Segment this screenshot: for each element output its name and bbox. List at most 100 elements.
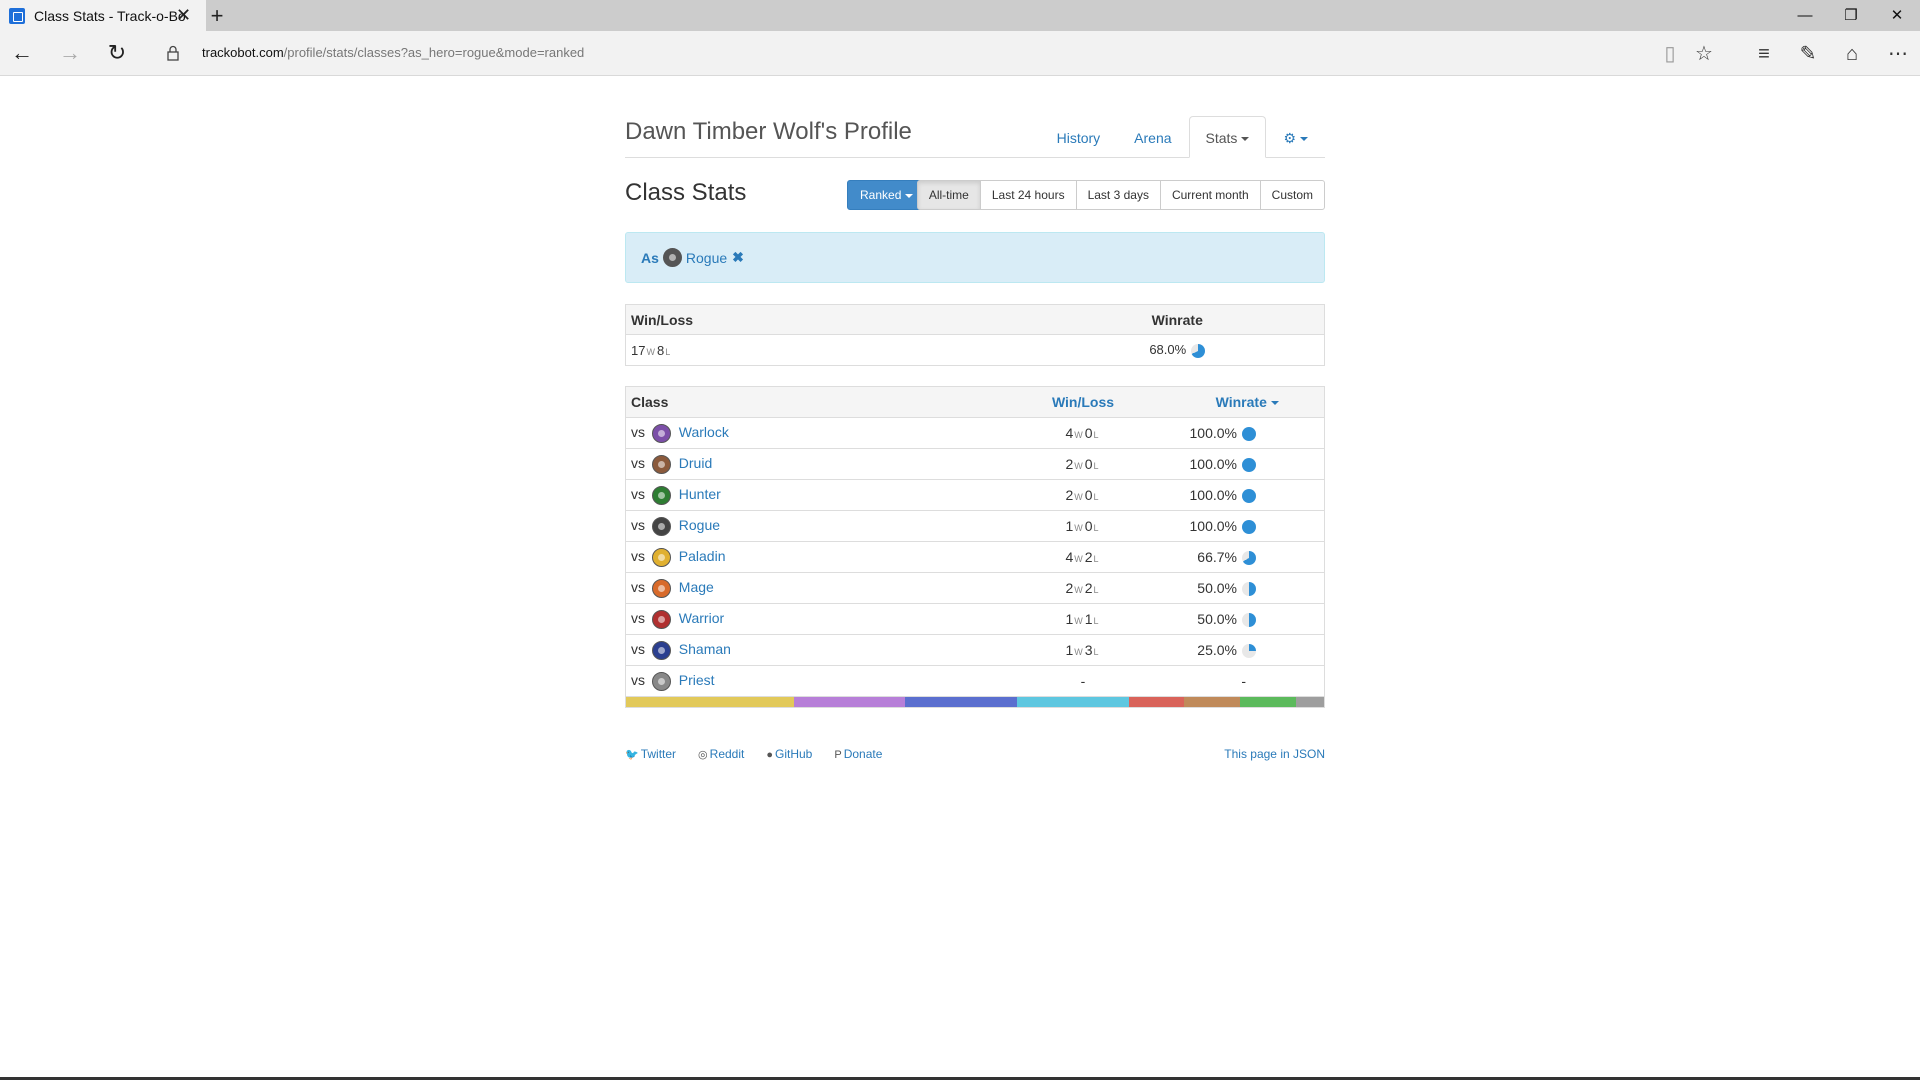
range-button[interactable]: Custom [1259, 180, 1325, 210]
class-link[interactable]: Rogue [679, 517, 720, 533]
paypal-icon: P [834, 749, 842, 761]
losses: 3 [1084, 642, 1093, 658]
footer-links: 🐦 Twitter ◎ Reddit ● GitHub P Donate [625, 747, 904, 761]
class-link[interactable]: Mage [679, 579, 714, 595]
minimize-icon[interactable]: — [1782, 0, 1828, 31]
class-cell: vs Paladin [625, 541, 996, 573]
class-link[interactable]: Paladin [679, 548, 726, 564]
back-icon[interactable]: ← [4, 37, 40, 69]
time-range-group: All-time Last 24 hours Last 3 days Current … [916, 180, 1325, 210]
hero-filter-alert: As Rogue ✖ [625, 232, 1325, 283]
new-tab-icon[interactable]: + [206, 0, 228, 31]
close-window-icon[interactable]: ✕ [1874, 0, 1920, 31]
json-link[interactable]: This page in JSON [1224, 747, 1325, 761]
losses: 2 [1084, 549, 1093, 565]
tab-title: Class Stats - Track-o-Bo [34, 7, 186, 24]
vs-label: vs [631, 454, 645, 471]
class-link[interactable]: Druid [679, 455, 712, 471]
lock-icon [167, 45, 179, 61]
donate-link[interactable]: P Donate [834, 747, 882, 761]
wins-suffix: W [1074, 554, 1083, 564]
summary-winrate-header: Winrate [1025, 304, 1325, 335]
tab-stats[interactable]: Stats [1188, 116, 1267, 158]
winrate-cell: 100.0% [1165, 479, 1325, 511]
winrate-value: 100.0% [1189, 424, 1237, 441]
winloss-cell: - [995, 665, 1166, 697]
class-header: Class [625, 386, 996, 418]
winrate-sort-header[interactable]: Winrate [1165, 386, 1325, 418]
winrate-value: 66.7% [1197, 548, 1237, 565]
settings-menu[interactable]: ⚙ [1266, 116, 1325, 158]
winloss-cell: 1W 3L [995, 634, 1166, 666]
class-cell: vs Rogue [625, 510, 996, 542]
twitter-link[interactable]: 🐦 Twitter [625, 747, 676, 761]
mage-icon [651, 578, 671, 598]
losses-suffix: L [1093, 430, 1099, 440]
restore-icon[interactable]: ❐ [1828, 0, 1874, 31]
caret-down-icon [1300, 137, 1308, 142]
browser-tab[interactable]: Class Stats - Track-o-Bo ✕ [0, 0, 206, 31]
class-link[interactable]: Warlock [679, 424, 729, 440]
winrate-pie-icon [1242, 613, 1256, 628]
winloss-sort-header[interactable]: Win/Loss [995, 386, 1166, 418]
web-note-icon[interactable]: ✎ [1792, 38, 1824, 70]
range-button[interactable]: All-time [916, 180, 981, 210]
share-icon[interactable]: ⌂ [1836, 38, 1868, 70]
losses-suffix: L [665, 346, 671, 357]
class-distribution-bar [625, 697, 1325, 708]
range-button[interactable]: Last 3 days [1075, 180, 1161, 210]
mode-label: Ranked [860, 188, 902, 202]
winrate-pie-icon [1191, 343, 1206, 358]
rogue-icon [662, 248, 682, 267]
mode-dropdown[interactable]: Ranked [847, 180, 927, 210]
tab-arena[interactable]: Arena [1117, 116, 1188, 158]
paladin-icon [651, 547, 671, 567]
losses-suffix: L [1093, 585, 1099, 595]
refresh-icon[interactable]: ↻ [99, 37, 135, 69]
winrate-pie-icon [1242, 520, 1256, 535]
wins: 1 [1065, 642, 1074, 658]
table-row: vs Druid 2W 0L 100.0% [625, 448, 1325, 480]
losses: 1 [1084, 611, 1093, 627]
class-link[interactable]: Warrior [679, 610, 724, 626]
hub-icon[interactable]: ≡ [1748, 38, 1780, 70]
table-row: vs Shaman 1W 3L 25.0% [625, 634, 1325, 666]
vs-label: vs [631, 485, 645, 502]
class-link[interactable]: Shaman [679, 641, 731, 657]
filter-hero-link[interactable]: Rogue [686, 250, 727, 266]
page-container: Dawn Timber Wolf's Profile History Arena… [625, 76, 1325, 767]
remove-filter-icon[interactable]: ✖ [732, 249, 744, 266]
druid-icon [651, 454, 671, 474]
wins-suffix: W [1074, 461, 1083, 471]
twitter-icon: 🐦 [625, 749, 639, 761]
class-cell: vs Druid [625, 448, 996, 480]
winrate-pie-icon [1242, 582, 1256, 597]
favorite-star-icon[interactable]: ☆ [1688, 38, 1720, 70]
winloss-cell: 2W 0L [995, 448, 1166, 480]
forward-icon[interactable]: → [52, 37, 88, 69]
summary-table: Win/Loss Winrate 17W 8L 68.0% [625, 304, 1325, 366]
class-link[interactable]: Priest [679, 672, 715, 688]
more-icon[interactable]: ⋯ [1882, 38, 1914, 70]
losses: 0 [1084, 487, 1093, 503]
range-button[interactable]: Current month [1159, 180, 1261, 210]
wins-suffix: W [1074, 492, 1083, 502]
github-link[interactable]: ● GitHub [766, 747, 812, 761]
range-button[interactable]: Last 24 hours [979, 180, 1077, 210]
winrate-cell: 50.0% [1165, 572, 1325, 604]
wins: 2 [1065, 456, 1074, 472]
reddit-link[interactable]: ◎ Reddit [698, 747, 744, 761]
losses: 0 [1084, 425, 1093, 441]
reading-view-icon[interactable]: ▯ [1654, 38, 1686, 70]
url-field[interactable]: trackobot.com/profile/stats/classes?as_h… [202, 45, 584, 60]
tab-history[interactable]: History [1040, 116, 1118, 158]
winrate-value: 100.0% [1189, 517, 1237, 534]
class-link[interactable]: Hunter [679, 486, 721, 502]
winloss-cell: 4W 0L [995, 417, 1166, 449]
caret-down-icon [1241, 137, 1250, 142]
sort-desc-icon [1270, 401, 1279, 406]
class-cell: vs Priest [625, 665, 996, 697]
close-tab-icon[interactable]: ✕ [176, 5, 191, 26]
reddit-icon: ◎ [698, 749, 708, 761]
warlock-icon [651, 423, 671, 443]
